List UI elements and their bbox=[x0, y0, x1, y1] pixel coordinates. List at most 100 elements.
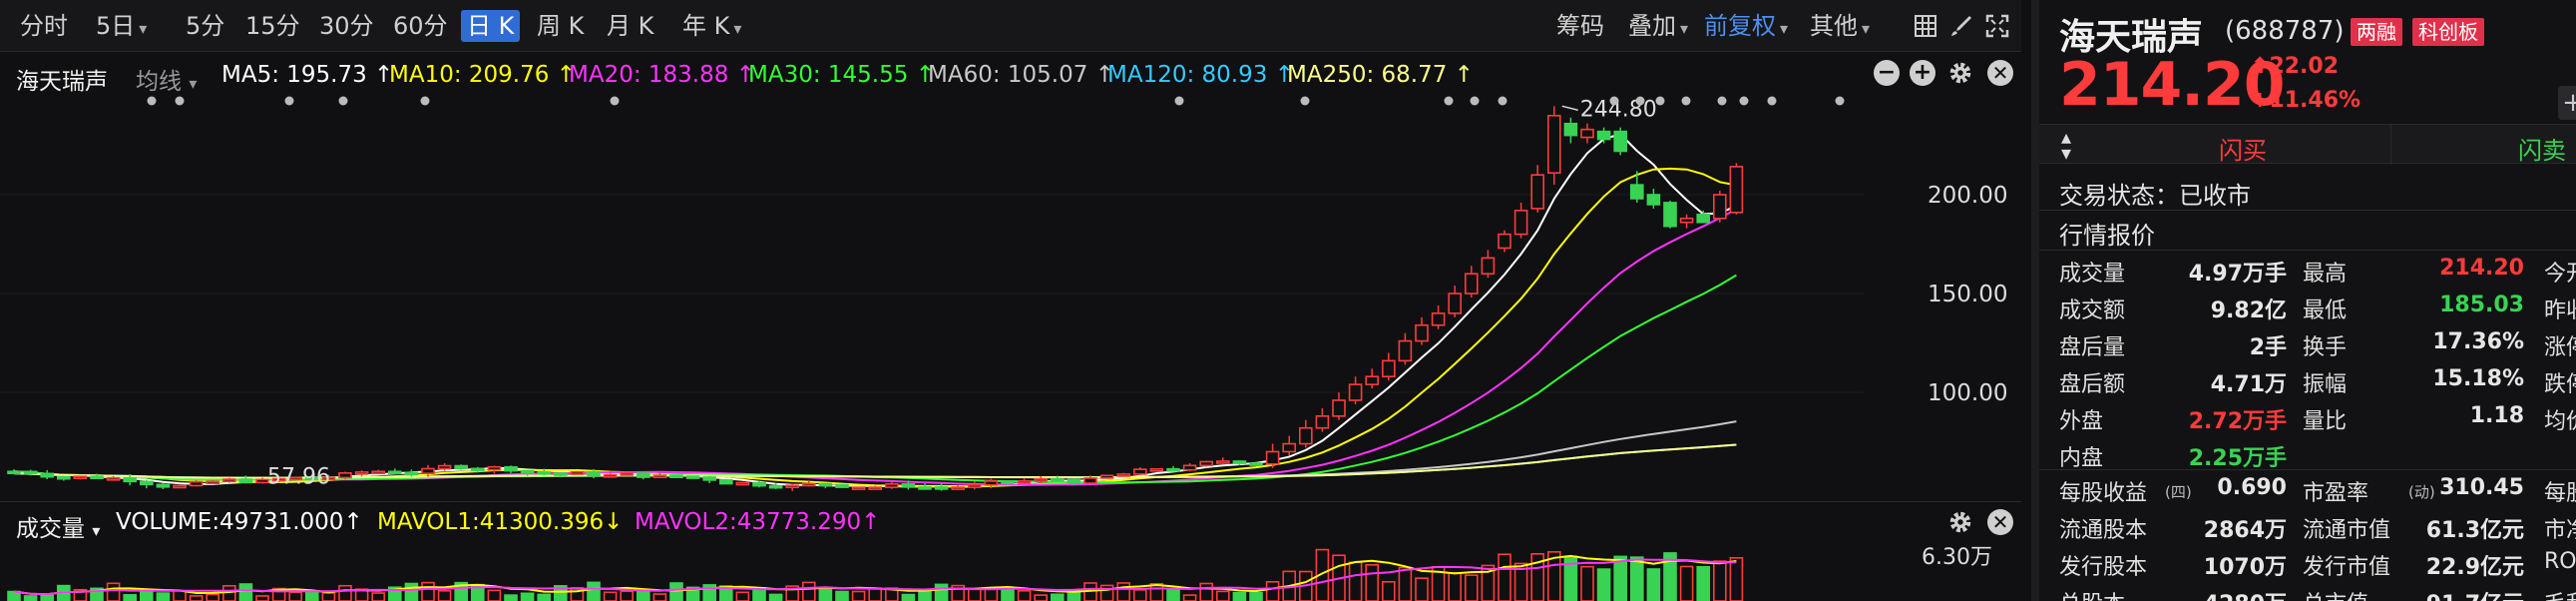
candle-body bbox=[156, 483, 171, 488]
fundamental-label: 市盈率 bbox=[2303, 481, 2369, 506]
event-marker-dot[interactable] bbox=[175, 96, 185, 106]
candle-body bbox=[1216, 460, 1230, 464]
candle-body bbox=[801, 482, 816, 487]
event-marker-dot[interactable] bbox=[1681, 96, 1691, 106]
candle-body bbox=[1630, 184, 1644, 200]
event-marker-dot[interactable] bbox=[610, 96, 620, 106]
quote-value: 15.18% bbox=[2432, 366, 2524, 391]
candle-body bbox=[73, 475, 88, 479]
price-axis-tick: 150.00 bbox=[1928, 282, 2007, 307]
event-marker-dot[interactable] bbox=[1300, 96, 1310, 106]
divider bbox=[2039, 210, 2576, 211]
volume-bar bbox=[1116, 582, 1130, 601]
volume-indicator-selector[interactable]: 成交量 ▾ bbox=[16, 509, 100, 543]
volume-bar bbox=[620, 590, 635, 601]
volume-settings-gear-icon[interactable] bbox=[1947, 509, 1973, 535]
volume-bar bbox=[1051, 593, 1065, 601]
more-button[interactable]: 其他 ▾ bbox=[1804, 10, 1876, 42]
event-marker-dot[interactable] bbox=[1609, 96, 1619, 106]
quick-buy-button[interactable]: 闪买 bbox=[2219, 131, 2267, 166]
event-marker-dot[interactable] bbox=[1444, 96, 1454, 106]
minimize-icon[interactable]: − bbox=[1874, 60, 1900, 86]
event-marker-dot[interactable] bbox=[1174, 96, 1184, 106]
event-marker-dot[interactable] bbox=[284, 96, 294, 106]
volume-bar bbox=[321, 592, 336, 601]
chip-distribution-button[interactable]: 筹码 bbox=[1550, 10, 1610, 42]
event-marker-dot[interactable] bbox=[1835, 96, 1845, 106]
candle-body bbox=[222, 478, 236, 483]
period-5day[interactable]: 5日 ▾ bbox=[90, 10, 153, 42]
quote-value: 1.18 bbox=[2469, 403, 2524, 428]
candle-body bbox=[1696, 214, 1710, 224]
volume-close-icon[interactable]: ✕ bbox=[1987, 509, 2013, 535]
quote-value: 185.03 bbox=[2439, 293, 2524, 317]
overlay-button[interactable]: 叠加 ▾ bbox=[1622, 10, 1694, 42]
grid-layout-icon[interactable] bbox=[1914, 14, 1937, 38]
volume-bar bbox=[156, 592, 171, 601]
event-marker-dot[interactable] bbox=[1767, 96, 1777, 106]
period-daily-k[interactable]: 日 K bbox=[461, 10, 521, 42]
period-monthly-k[interactable]: 月 K bbox=[601, 10, 659, 42]
event-marker-dot[interactable] bbox=[1635, 96, 1645, 106]
candle-body bbox=[851, 486, 866, 490]
volume-value: VOLUME:49731.000↑ bbox=[116, 509, 363, 535]
candle-body bbox=[90, 475, 104, 480]
period-60min[interactable]: 60分 bbox=[387, 10, 454, 42]
volume-bar bbox=[603, 591, 618, 601]
adjust-mode-button[interactable]: 前复权 ▾ bbox=[1698, 10, 1794, 42]
divider bbox=[2039, 250, 2576, 251]
event-marker-dot[interactable] bbox=[1470, 96, 1480, 106]
chart-toolbar: 分时 5日 ▾ 5分 15分 30分 60分 日 K 周 K 月 K 年 K ▾ 筹… bbox=[0, 0, 2021, 52]
period-5min[interactable]: 5分 bbox=[180, 10, 230, 42]
candle-body bbox=[1663, 202, 1677, 228]
fundamental-label: ROE bbox=[2544, 549, 2576, 574]
period-yearly-k[interactable]: 年 K ▾ bbox=[676, 10, 747, 42]
close-icon[interactable]: ✕ bbox=[1987, 60, 2013, 86]
fundamental-label: 流通股本 bbox=[2059, 518, 2148, 543]
volume-bar bbox=[1149, 583, 1164, 601]
period-weekly-k[interactable]: 周 K bbox=[531, 10, 590, 42]
volume-bar bbox=[23, 595, 38, 601]
candle-body bbox=[603, 473, 618, 478]
period-30min[interactable]: 30分 bbox=[313, 10, 380, 42]
quote-label: 量比 bbox=[2303, 409, 2348, 434]
double-chevron-icon[interactable]: ▴ ▾ bbox=[2049, 127, 2083, 163]
candle-body bbox=[354, 471, 369, 475]
price-change-percent: +11.46% bbox=[2251, 88, 2361, 113]
event-marker-dot[interactable] bbox=[338, 96, 348, 106]
volume-axis-top-label: 6.30万 bbox=[1922, 545, 1992, 570]
quick-sell-button[interactable]: 闪卖 bbox=[2518, 131, 2566, 166]
candle-body bbox=[685, 475, 700, 479]
volume-bar bbox=[1646, 568, 1661, 601]
add-watchlist-button[interactable]: + bbox=[2558, 86, 2576, 120]
candle-body bbox=[818, 482, 833, 487]
volume-bar bbox=[40, 594, 55, 601]
quote-value: 17.36% bbox=[2432, 329, 2524, 354]
ma10-value: MA10: 209.76 ↑ bbox=[389, 62, 576, 88]
candle-body bbox=[1282, 442, 1296, 453]
candle-body bbox=[1382, 359, 1396, 378]
candle-body bbox=[537, 471, 552, 475]
draw-brush-icon[interactable] bbox=[1949, 14, 1973, 38]
avg-line-selector[interactable]: 均线 ▾ bbox=[136, 62, 197, 96]
fullscreen-icon[interactable] bbox=[1985, 14, 2009, 38]
quote-value: 2手 bbox=[2249, 335, 2287, 360]
candle-body bbox=[1348, 383, 1363, 401]
quote-value: 4.71万 bbox=[2210, 372, 2287, 397]
event-marker-dot[interactable] bbox=[1498, 96, 1507, 106]
chevron-down-icon: ▾ bbox=[1780, 19, 1789, 38]
event-marker-dot[interactable] bbox=[1739, 96, 1749, 106]
period-15min[interactable]: 15分 bbox=[239, 10, 306, 42]
volume-bar bbox=[901, 593, 916, 601]
fundamental-value: 0.690 bbox=[2217, 475, 2287, 500]
candle-body bbox=[620, 472, 635, 476]
event-marker-dot[interactable] bbox=[1717, 96, 1727, 106]
event-marker-dot[interactable] bbox=[1655, 96, 1665, 106]
event-marker-dot[interactable] bbox=[147, 96, 157, 106]
event-marker-dot[interactable] bbox=[420, 96, 430, 106]
add-indicator-icon[interactable]: + bbox=[1910, 60, 1935, 86]
settings-gear-icon[interactable] bbox=[1947, 60, 1973, 86]
volume-bar bbox=[934, 583, 949, 601]
candle-body bbox=[951, 486, 966, 490]
period-intraday[interactable]: 分时 bbox=[14, 10, 74, 42]
